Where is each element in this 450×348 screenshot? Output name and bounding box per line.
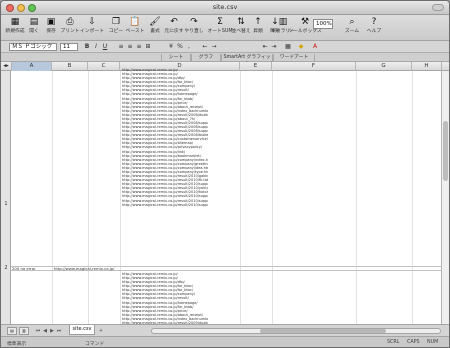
align-left-icon[interactable]: ≡ [117,43,125,51]
fill-color-icon[interactable]: ◆ [297,43,305,51]
column-divider [356,71,357,324]
decrease-decimal-icon[interactable]: ← [201,43,209,51]
align-right-icon[interactable]: ≡ [135,43,143,51]
prev-sheet-icon[interactable]: ◀ [42,327,48,335]
next-sheet-icon[interactable]: ▶ [49,327,55,335]
column-divider [52,71,53,324]
column-divider [240,71,241,324]
column-header-g[interactable]: G [356,62,412,71]
help-button[interactable]: ? ヘルプ [362,17,386,39]
font-color-icon[interactable]: A [311,43,319,51]
borders-icon[interactable]: ▦ [284,43,292,51]
magnifier-icon: ⌕ [349,17,355,27]
horizontal-scrollbar[interactable] [151,328,441,334]
bold-button[interactable]: B [83,43,91,51]
title-bar: site.csv [1,1,449,15]
new-document-icon: ▦ [10,17,20,27]
last-sheet-icon[interactable]: ⏭ [56,327,62,335]
row-header-column: 1 2 [1,71,11,324]
row-header-1[interactable]: 1 [1,201,11,207]
percent-icon[interactable]: % [176,43,184,51]
align-center-icon[interactable]: ≡ [126,43,134,51]
column-divider [88,71,89,324]
num-lock-indicator: NUM [427,340,439,345]
spreadsheet-grid[interactable]: ◂▸ A B C D E F G H 1 2 200 no error http… [1,62,449,324]
column-header-row: ◂▸ A B C D E F G H [1,62,449,71]
font-size-select[interactable]: 11 [60,43,78,51]
comma-icon[interactable]: , [185,43,193,51]
tab-chart[interactable]: グラフ [191,54,221,61]
cell-b2[interactable]: http://www.magical-remix.co.jp/ [54,266,114,271]
redo-icon: ↷ [190,17,198,27]
vertical-scrollbar[interactable] [441,71,449,324]
currency-icon[interactable]: ¥ [167,43,175,51]
ribbon-tabs: シート グラフ SmartArt グラフィック ワードアート [1,53,449,67]
window-title: site.csv [212,3,238,11]
column-header-c[interactable]: C [88,62,120,71]
row-header-2[interactable]: 2 [1,265,11,271]
font-select[interactable]: ＭＳ Ｐゴシック [9,43,57,51]
toolbar-toggle-button[interactable] [432,4,444,11]
italic-button[interactable]: I [92,43,100,51]
horizontal-scroll-thumb[interactable] [260,329,386,333]
brush-icon: 🖌 [149,17,161,27]
mode-indicator: コマンド [85,342,105,347]
merge-icon[interactable]: ⊞ [144,43,152,51]
add-sheet-icon[interactable]: + [98,327,104,335]
sigma-icon: Σ [217,17,223,27]
indent-icon[interactable]: ⇤ [261,43,269,51]
caps-lock-indicator: CAPS [407,340,420,345]
tab-sheet[interactable]: シート [161,54,191,61]
formatting-toolbar: ＭＳ Ｐゴシック 11 B I U ≡ ≡ ≡ ⊞ ¥ % , ← → ⇤ ⇥ … [1,41,449,53]
column-divider [120,71,121,324]
gallery-icon: ▥ [278,17,288,27]
outdent-icon[interactable]: ⇥ [270,43,278,51]
sheet-tab-site-csv[interactable]: site.csv [69,325,95,335]
column-divider [272,71,273,324]
copy-icon: ❐ [111,17,121,27]
column-header-h[interactable]: H [412,62,442,71]
view-mode-label: 標準表示 [7,342,27,347]
column-header-e[interactable]: E [240,62,272,71]
toolbox-icon: ⚒ [300,17,310,27]
increase-decimal-icon[interactable]: → [210,43,218,51]
underline-button[interactable]: U [101,43,109,51]
page-layout-view-button[interactable]: ▥ [19,327,29,335]
normal-view-button[interactable]: ▤ [7,327,17,335]
column-divider [412,71,413,324]
paste-icon: 📋 [129,17,141,27]
zoom-select[interactable]: 100% [313,19,333,29]
status-bar: 標準表示 コマンド SCRL CAPS NUM [1,336,449,347]
select-all-corner[interactable]: ◂▸ [1,62,12,71]
redo-button[interactable]: ↷ やり直し [182,17,206,39]
print-button[interactable]: ⎙ プリント [58,17,82,39]
app-window: site.csv ▦ 新規作成 ▤ 開く ▣ 保存 ⎙ プリント ⇩ インポート ❐ コピー… [0,0,450,348]
column-header-f[interactable]: F [272,62,356,71]
printer-icon: ⎙ [66,17,74,27]
scroll-lock-indicator: SCRL [387,340,400,345]
import-button[interactable]: ⇩ インポート [80,17,104,39]
first-sheet-icon[interactable]: ⏮ [35,327,41,335]
vertical-scroll-thumb[interactable] [443,121,448,181]
column-header-a[interactable]: A [12,62,52,71]
cell-d2-urls[interactable]: http://www.magical-remix.co.jp/ http://w… [122,272,208,324]
save-icon: ▣ [46,17,56,27]
zoom-button[interactable]: ⌕ ズーム [340,17,364,39]
cell-a2[interactable]: 200 no error [12,266,36,271]
standard-toolbar: ▦ 新規作成 ▤ 開く ▣ 保存 ⎙ プリント ⇩ インポート ❐ コピー 📋 ペースト 🖌 書… [1,15,449,41]
cell-d1-urls[interactable]: http://www.magical-remix.co.jp/ http://w… [122,68,208,207]
tab-wordart[interactable]: ワードアート [273,54,315,61]
tab-smartart[interactable]: SmartArt グラフィック [221,54,273,67]
sheet-tab-bar: ▤ ▥ ⏮ ◀ ▶ ⏭ site.csv + [1,324,449,336]
import-icon: ⇩ [88,17,96,27]
column-header-b[interactable]: B [52,62,88,71]
undo-icon: ↶ [170,17,178,27]
help-icon: ? [371,17,377,27]
